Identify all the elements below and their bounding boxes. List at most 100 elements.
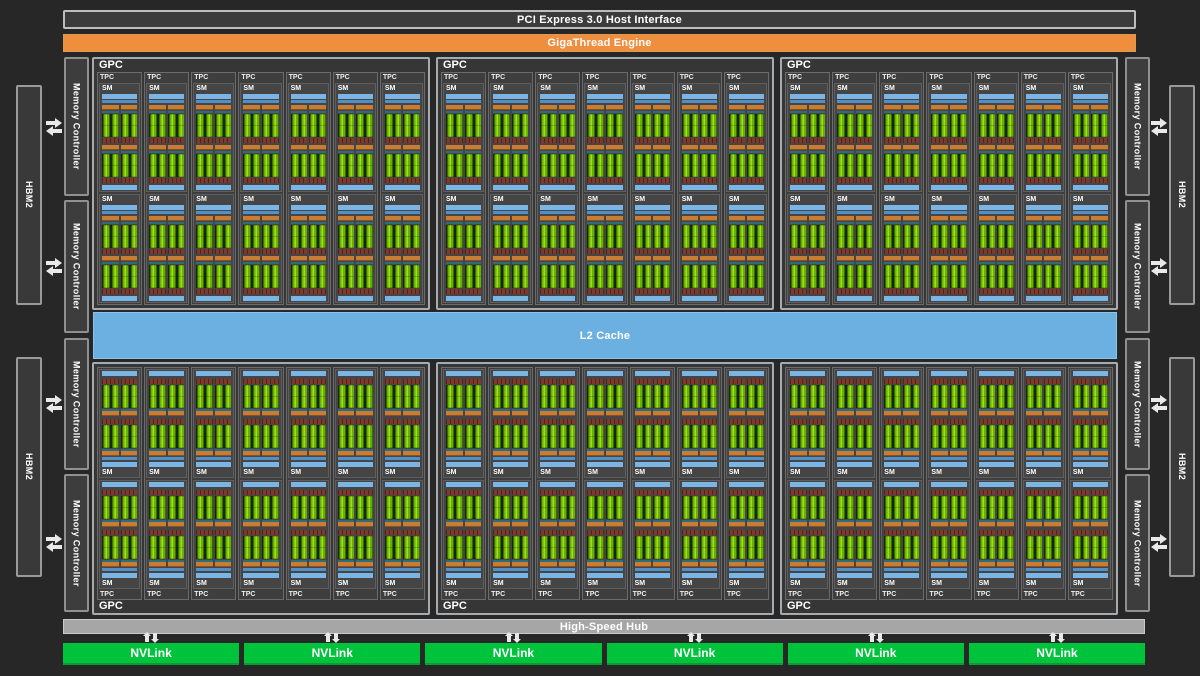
ldst-red-bar [902,530,920,535]
tpc-label: TPC [100,74,114,81]
partition-teal-bar [511,111,529,113]
sm-partition [511,105,529,143]
ldst-red-bar [931,249,948,254]
partition-orange-bar [978,256,996,261]
partition-orange-bar [290,216,308,221]
core-grid [384,536,402,559]
partition-orange-bar [997,145,1014,150]
partition-orange-bar [790,145,807,150]
sm-partition [384,145,402,183]
sm-label: SM [681,580,693,587]
ldst-red-bar [808,138,826,143]
sm-partition [681,489,699,527]
sm-partition-row [1025,105,1061,143]
sm-partition [653,105,670,143]
sm-partition-row [149,256,185,294]
core-grid [243,225,260,248]
sm-partition [384,105,402,143]
sm-partition [606,489,623,527]
ldst-red-bar [196,379,213,384]
core-grid [309,425,326,448]
tpc-block: TPC SM SM [238,72,284,305]
core-grid [149,114,166,137]
partition-orange-bar [653,256,670,261]
sm-partition [167,145,185,183]
sm-bottom-blue-bar [290,296,326,301]
partition-orange-bar [540,562,557,567]
sm-bottom-blue-bar [728,185,764,190]
sm-thin-blue-bar [446,568,482,571]
ldst-red-bar [837,530,854,535]
partition-teal-bar [558,111,576,113]
tpc-block: TPC SM SM [973,367,1019,600]
partition-orange-bar [540,522,557,527]
partition-orange-bar [511,256,529,261]
hbm-bidirectional-arrow-icon [1151,257,1167,276]
core-grid [262,225,279,248]
sm-blue-bar [837,462,873,467]
sm-partition [587,105,604,143]
partition-orange-bar [1044,145,1061,150]
sm-block: SM [99,83,141,192]
partition-orange-bar [1025,145,1043,150]
sm-thin-blue-bar [978,568,1014,571]
sm-partition [700,418,717,456]
sm-label: SM [337,469,349,476]
core-grid [384,496,402,519]
partition-orange-bar [1072,562,1090,567]
ldst-red-bar [1025,289,1043,294]
sm-partition-row [493,256,529,294]
ldst-red-bar [837,178,854,183]
sm-partition-row [837,256,873,294]
core-grid [606,154,623,177]
partition-orange-bar [403,216,420,221]
sm-label: SM [540,469,551,476]
core-grid [837,225,854,248]
partition-teal-bar [884,222,901,224]
partition-orange-bar [403,145,420,150]
core-grid [587,536,604,559]
ldst-red-bar [511,379,529,384]
partition-orange-bar [120,145,138,150]
sm-partition-row [837,378,873,416]
partition-orange-bar [243,145,260,150]
sm-partition [884,105,901,143]
ldst-red-bar [167,379,185,384]
core-grid [634,496,652,519]
partition-teal-bar [587,222,604,224]
partition-orange-bar [653,145,670,150]
sm-thin-blue-bar [681,211,717,214]
sm-partition-row [384,256,420,294]
partition-orange-bar [493,411,510,416]
sm-blue-bar [196,573,232,578]
core-grid [102,225,119,248]
sm-thin-blue-bar [587,457,623,460]
partition-teal-bar [700,111,717,113]
sm-partition [102,378,119,416]
sm-partition-row [978,529,1014,567]
core-grid [446,496,463,519]
ldst-red-bar [290,490,308,495]
sm-bottom-blue-bar [978,371,1014,376]
partition-orange-bar [511,105,529,110]
sm-partition [309,105,326,143]
memory-controller-block: Memory Controller [64,57,89,196]
sm-partition [337,105,355,143]
core-grid [149,154,166,177]
sm-bottom-blue-bar [337,482,373,487]
partition-orange-bar [309,256,326,261]
partition-orange-bar [790,451,807,456]
sm-thin-blue-bar [290,100,326,103]
sm-partition [540,489,557,527]
core-grid [356,425,373,448]
partition-orange-bar [634,105,652,110]
sm-block: SM [975,194,1017,303]
sm-partition [634,378,652,416]
sm-partition-row [681,418,717,456]
nvlink-block: NVLink [425,632,602,665]
core-grid [1072,114,1090,137]
partition-teal-bar [587,262,604,264]
tpc-block: TPC SM SM [285,72,331,305]
partition-orange-bar [102,522,119,527]
partition-teal-bar [243,111,260,113]
